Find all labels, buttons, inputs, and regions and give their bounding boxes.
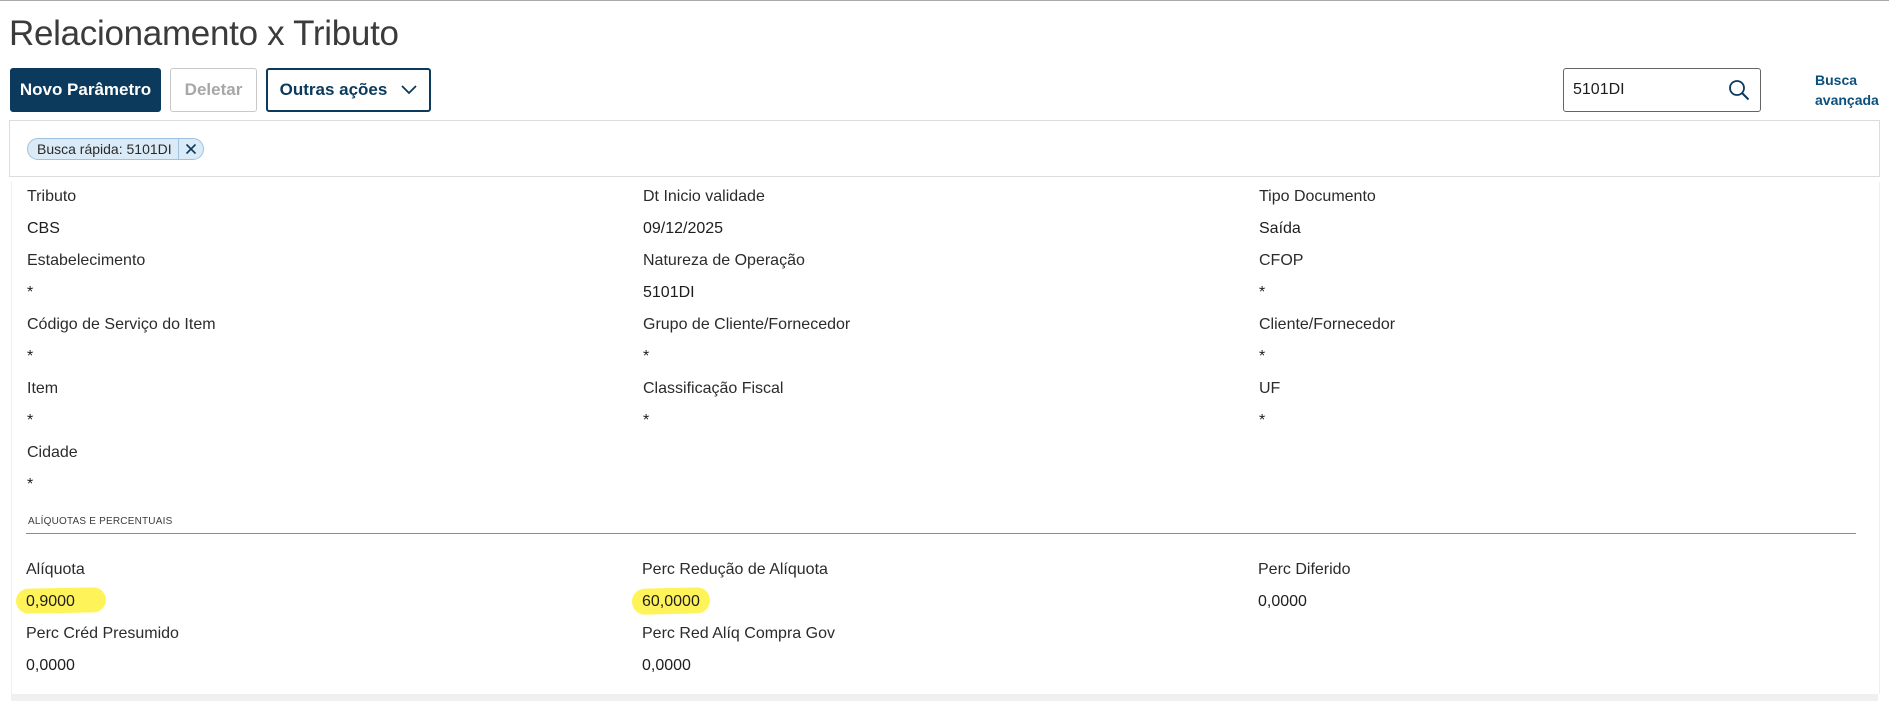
value-perc-diferido: 0,0000 [1258, 593, 1307, 610]
section-divider [26, 533, 1856, 534]
label-aliquota: Alíquota [26, 561, 85, 578]
label-perc-cred-presumido: Perc Créd Presumido [26, 625, 179, 642]
new-parameter-button[interactable]: Novo Parâmetro [10, 68, 161, 112]
more-actions-button[interactable]: Outras ações [266, 68, 431, 112]
label-tipo-documento: Tipo Documento [1259, 188, 1376, 205]
page-title: Relacionamento x Tributo [9, 14, 399, 53]
value-cliente-fornecedor: * [1259, 348, 1266, 365]
search-box[interactable] [1563, 68, 1761, 112]
label-perc-red-gov: Perc Red Alíq Compra Gov [642, 625, 835, 642]
more-actions-label: Outras ações [279, 80, 388, 99]
value-classificacao-fiscal: * [643, 412, 650, 429]
section-title: ALÍQUOTAS E PERCENTUAIS [28, 516, 173, 527]
value-tributo: CBS [27, 220, 60, 237]
label-perc-diferido: Perc Diferido [1258, 561, 1351, 578]
label-perc-reducao: Perc Redução de Alíquota [642, 561, 828, 578]
label-grupo-cliente: Grupo de Cliente/Fornecedor [643, 316, 851, 333]
value-perc-cred-presumido: 0,0000 [26, 657, 75, 674]
value-aliquota: 0,9000 [26, 593, 75, 610]
detail-panel: Tributo CBS Dt Inicio validade 09/12/202… [11, 182, 1880, 694]
label-uf: UF [1259, 380, 1281, 397]
delete-button[interactable]: Deletar [170, 68, 257, 112]
bottom-strip [11, 694, 1878, 701]
value-uf: * [1259, 412, 1266, 429]
label-classificacao-fiscal: Classificação Fiscal [643, 380, 784, 397]
label-estabelecimento: Estabelecimento [27, 252, 146, 269]
value-codigo-servico: * [27, 348, 34, 365]
chip-label: Busca rápida: 5101DI [37, 141, 172, 157]
label-tributo: Tributo [27, 188, 77, 205]
advanced-search-link[interactable]: Busca avançada [1815, 70, 1885, 110]
label-codigo-servico: Código de Serviço do Item [27, 316, 216, 333]
close-icon [185, 143, 196, 155]
value-natureza-operacao: 5101DI [643, 284, 695, 301]
value-grupo-cliente: * [643, 348, 650, 365]
label-cliente-fornecedor: Cliente/Fornecedor [1259, 316, 1396, 333]
top-border [0, 0, 1889, 1]
chip-close-button[interactable] [179, 138, 203, 160]
chevron-down-icon [401, 85, 417, 95]
label-cfop: CFOP [1259, 252, 1304, 269]
filter-bar: Busca rápida: 5101DI [9, 120, 1880, 177]
quick-search-chip: Busca rápida: 5101DI [27, 138, 204, 160]
value-estabelecimento: * [27, 284, 34, 301]
label-natureza-operacao: Natureza de Operação [643, 252, 805, 269]
search-input[interactable] [1573, 79, 1723, 101]
value-perc-reducao: 60,0000 [642, 593, 700, 610]
value-dt-inicio: 09/12/2025 [643, 220, 724, 237]
value-tipo-documento: Saída [1259, 220, 1301, 237]
value-item: * [27, 412, 34, 429]
value-cfop: * [1259, 284, 1266, 301]
label-cidade: Cidade [27, 444, 78, 461]
label-dt-inicio: Dt Inicio validade [643, 188, 765, 205]
value-cidade: * [27, 476, 34, 493]
search-icon[interactable] [1728, 79, 1750, 101]
value-perc-red-gov: 0,0000 [642, 657, 691, 674]
label-item: Item [27, 380, 59, 397]
